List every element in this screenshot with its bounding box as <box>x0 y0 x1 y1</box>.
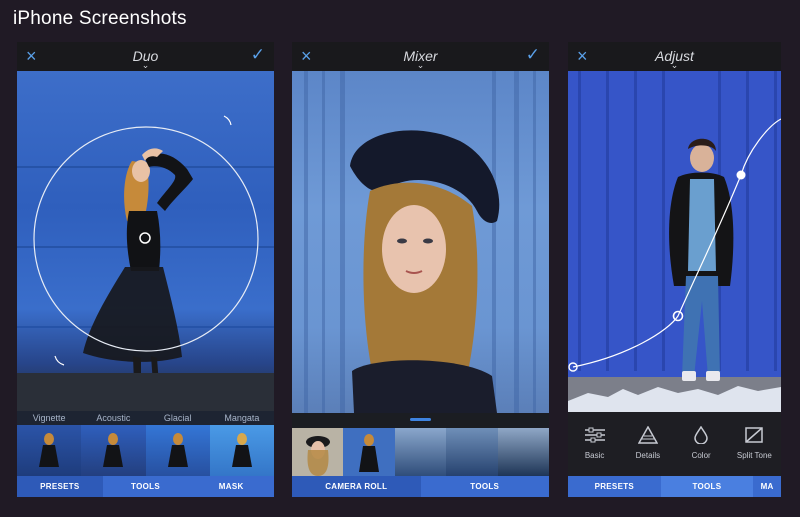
image-thumbnails <box>292 428 549 476</box>
chevron-down-icon[interactable]: ⌄ <box>568 61 781 70</box>
split-tone-icon <box>728 426 781 446</box>
preset-name-bar: Vignette Acoustic Glacial Mangata <box>17 411 274 425</box>
top-bar: × Adjust ⌄ <box>568 42 781 71</box>
confirm-icon[interactable]: ✓ <box>251 45 265 65</box>
tool-label: Details <box>635 451 661 460</box>
drawer-handle-bar[interactable] <box>292 413 549 428</box>
adjust-tools: Basic Details Color Split Tone <box>568 412 781 476</box>
preset-thumbnail[interactable] <box>145 425 210 476</box>
man-figure-and-curve <box>568 118 781 412</box>
tool-details[interactable]: Details <box>621 412 674 476</box>
bottom-tab-bar: CAMERA ROLL TOOLS <box>292 476 549 497</box>
bottom-tab-bar: PRESETS TOOLS MASK <box>17 476 274 497</box>
preset-label[interactable]: Acoustic <box>81 411 145 425</box>
tab-mask[interactable]: MASK <box>188 476 274 497</box>
preset-label[interactable]: Mangata <box>210 411 274 425</box>
preset-label[interactable]: Glacial <box>146 411 210 425</box>
ground <box>17 373 274 411</box>
image-thumbnail[interactable] <box>446 428 498 476</box>
photo-canvas[interactable] <box>17 71 274 411</box>
tool-label: Color <box>691 451 711 460</box>
droplet-icon <box>675 425 728 446</box>
photo-canvas[interactable] <box>292 71 549 413</box>
page-title: iPhone Screenshots <box>13 8 187 29</box>
tab-presets[interactable]: PRESETS <box>17 476 103 497</box>
top-bar: × Duo ⌄ ✓ <box>17 42 274 71</box>
tab-tools[interactable]: TOOLS <box>421 476 550 497</box>
sliders-icon <box>568 426 621 446</box>
preset-thumbnails <box>17 425 274 476</box>
triangle-icon <box>621 425 674 446</box>
woman-figure <box>33 115 259 411</box>
tab-presets[interactable]: PRESETS <box>568 476 661 497</box>
image-thumbnail[interactable] <box>394 428 447 476</box>
tab-tools[interactable]: TOOLS <box>660 476 754 497</box>
tool-label: Split Tone <box>736 451 772 460</box>
image-thumbnail[interactable] <box>343 428 395 476</box>
tab-camera-roll[interactable]: CAMERA ROLL <box>292 476 421 497</box>
top-bar: × Mixer ⌄ ✓ <box>292 42 549 71</box>
image-thumbnail[interactable] <box>292 428 344 476</box>
tab-tools[interactable]: TOOLS <box>103 476 189 497</box>
preset-thumbnail[interactable] <box>81 425 146 476</box>
screenshot-mixer: × Mixer ⌄ ✓ CAMERA ROLL TOOLS <box>292 42 549 497</box>
chevron-down-icon[interactable]: ⌄ <box>292 61 549 70</box>
image-thumbnail[interactable] <box>497 428 549 476</box>
tool-basic[interactable]: Basic <box>568 412 621 476</box>
preset-label[interactable]: Vignette <box>17 411 81 425</box>
confirm-icon[interactable]: ✓ <box>526 45 540 65</box>
screenshot-adjust: × Adjust ⌄ Basic Details Color Split Ton… <box>568 42 781 497</box>
drag-handle[interactable] <box>410 418 431 421</box>
tool-split-tone[interactable]: Split Tone <box>728 412 781 476</box>
tab-mask[interactable]: MA <box>753 476 781 497</box>
preset-thumbnail[interactable] <box>17 425 82 476</box>
woman-portrait <box>350 130 500 413</box>
tool-color[interactable]: Color <box>675 412 728 476</box>
bottom-tab-bar: PRESETS TOOLS MA <box>568 476 781 497</box>
tool-label: Basic <box>584 451 605 460</box>
chevron-down-icon[interactable]: ⌄ <box>17 61 274 70</box>
screenshot-duo: × Duo ⌄ ✓ Vignette Acoustic Glacial Mang… <box>17 42 274 497</box>
photo-canvas[interactable] <box>568 71 781 412</box>
preset-thumbnail[interactable] <box>209 425 274 476</box>
